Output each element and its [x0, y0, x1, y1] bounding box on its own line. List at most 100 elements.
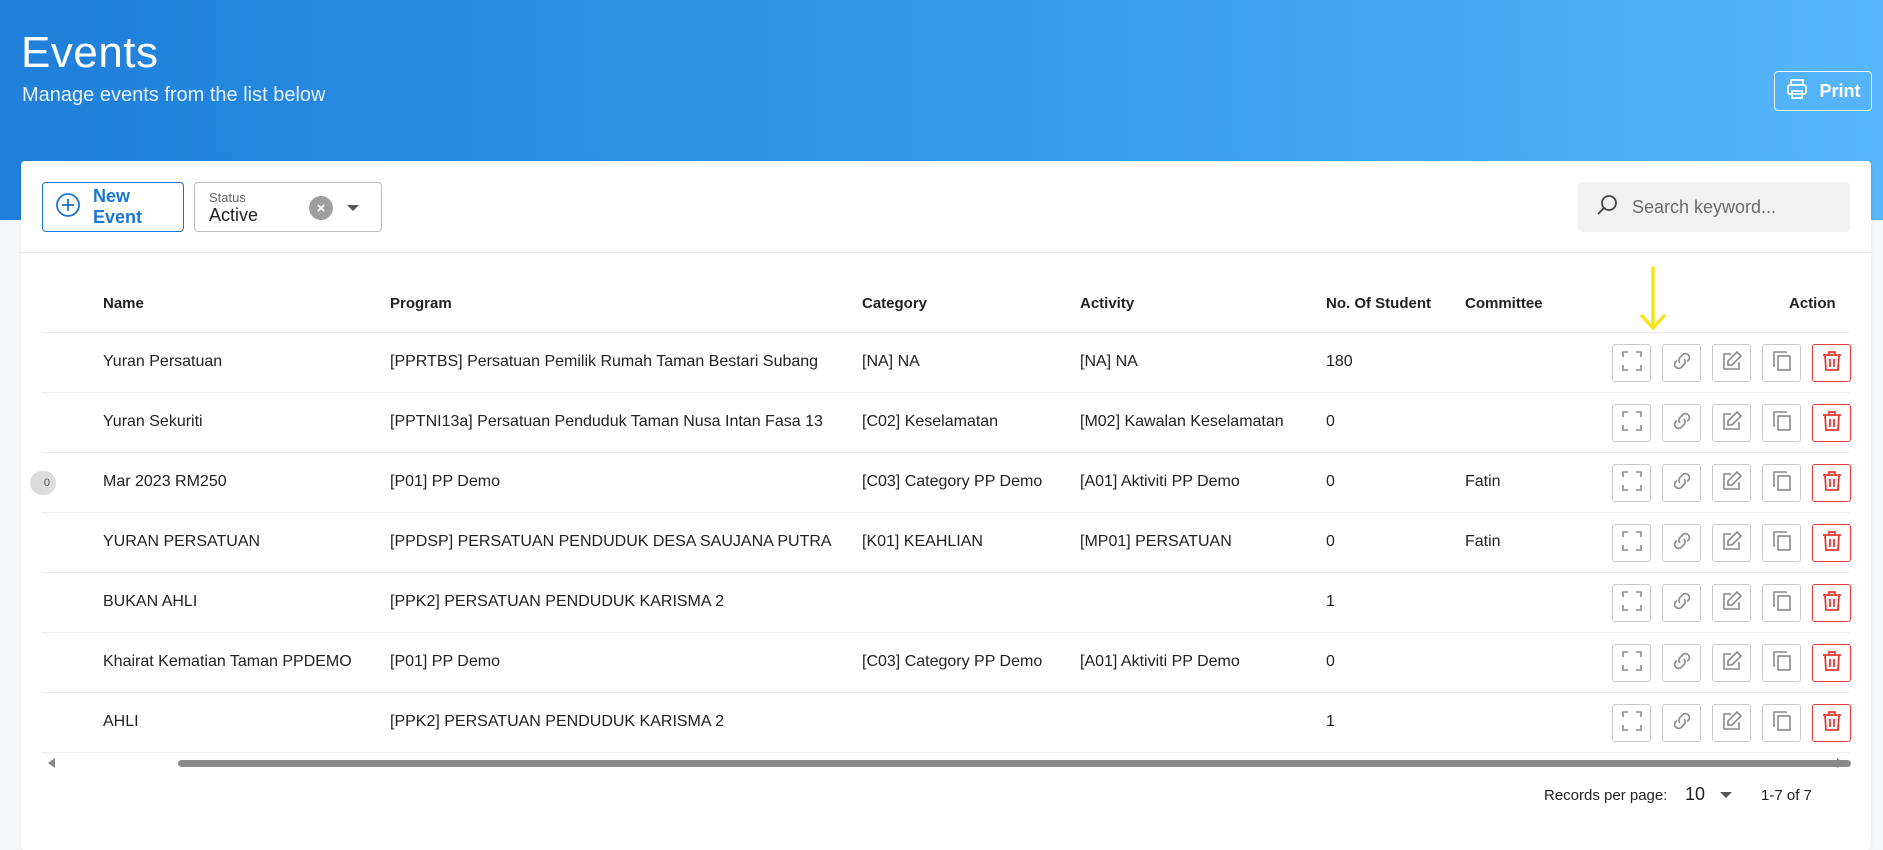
edit-icon [1720, 349, 1744, 378]
search-icon [1594, 192, 1620, 223]
duplicate-button[interactable] [1762, 704, 1801, 742]
edit-button[interactable] [1712, 584, 1751, 622]
view-button[interactable] [1612, 704, 1651, 742]
clear-icon[interactable]: × [309, 196, 333, 220]
edit-button[interactable] [1712, 404, 1751, 442]
edit-button[interactable] [1712, 524, 1751, 562]
scrollbar-thumb[interactable] [178, 760, 1851, 767]
trash-icon [1820, 349, 1844, 378]
duplicate-button[interactable] [1762, 644, 1801, 682]
table-row[interactable]: Khairat Kematian Taman PPDEMO [P01] PP De… [42, 633, 1851, 693]
cell-program: [PPRTBS] Persatuan Pemilik Rumah Taman B… [390, 353, 819, 370]
page-subtitle: Manage events from the list below [22, 84, 326, 106]
edit-button[interactable] [1712, 464, 1751, 502]
view-button[interactable] [1612, 584, 1651, 622]
cell-students: 180 [1326, 353, 1353, 370]
table-row[interactable]: YURAN PERSATUAN [PPDSP] PERSATUAN PENDUDU… [42, 513, 1851, 573]
column-header-students[interactable]: No. Of Student [1326, 295, 1431, 312]
print-button[interactable]: Print [1774, 71, 1872, 111]
new-event-button[interactable]: New Event [42, 182, 184, 232]
fullscreen-icon [1620, 409, 1644, 438]
view-button[interactable] [1612, 464, 1651, 502]
column-header-category[interactable]: Category [862, 295, 927, 312]
cell-program: [PPTNI13a] Persatuan Penduduk Taman Nusa… [390, 413, 823, 430]
table-row[interactable]: Yuran Persatuan [PPRTBS] Persatuan Pemili… [42, 333, 1851, 393]
view-button[interactable] [1612, 644, 1651, 682]
table-row[interactable]: Yuran Sekuriti [PPTNI13a] Persatuan Pendu… [42, 393, 1851, 453]
row-actions [1612, 344, 1851, 382]
delete-button[interactable] [1812, 644, 1851, 682]
link-icon [1670, 589, 1694, 618]
link-button[interactable] [1662, 584, 1701, 622]
cell-name: AHLI [103, 713, 139, 730]
edit-button[interactable] [1712, 704, 1751, 742]
view-button[interactable] [1612, 524, 1651, 562]
cell-students: 0 [1326, 413, 1335, 430]
column-header-committee[interactable]: Committee [1465, 295, 1543, 312]
edit-icon [1720, 709, 1744, 738]
delete-button[interactable] [1812, 404, 1851, 442]
link-icon [1670, 409, 1694, 438]
printer-icon [1785, 77, 1809, 106]
cell-category: [C02] Keselamatan [862, 413, 999, 430]
table-row[interactable]: 0 Mar 2023 RM250 [P01] PP Demo [C03] Catego… [30, 453, 1851, 513]
link-button[interactable] [1662, 344, 1701, 382]
edit-button[interactable] [1712, 644, 1751, 682]
records-per-page-label: Records per page: [1544, 787, 1668, 804]
page-range: 1-7 of 7 [1761, 787, 1812, 804]
duplicate-button[interactable] [1762, 524, 1801, 562]
link-button[interactable] [1662, 644, 1701, 682]
duplicate-button[interactable] [1762, 344, 1801, 382]
delete-button[interactable] [1812, 704, 1851, 742]
horizontal-scrollbar[interactable] [42, 753, 1851, 775]
delete-button[interactable] [1812, 524, 1851, 562]
delete-button[interactable] [1812, 464, 1851, 502]
fullscreen-icon [1620, 709, 1644, 738]
trash-icon [1820, 529, 1844, 558]
cell-program: [P01] PP Demo [390, 473, 500, 490]
copy-icon [1770, 529, 1794, 558]
cell-program: [PPDSP] PERSATUAN PENDUDUK DESA SAUJANA … [390, 533, 832, 550]
cell-name: Yuran Sekuriti [103, 413, 203, 430]
delete-button[interactable] [1812, 344, 1851, 382]
column-header-program[interactable]: Program [390, 295, 452, 312]
scroll-right-icon[interactable] [1837, 758, 1844, 768]
cell-name: Khairat Kematian Taman PPDEMO [103, 653, 352, 670]
view-button[interactable] [1612, 404, 1651, 442]
delete-button[interactable] [1812, 584, 1851, 622]
row-actions [1612, 524, 1851, 562]
duplicate-button[interactable] [1762, 584, 1801, 622]
status-value: Active [209, 205, 259, 225]
view-button[interactable] [1612, 344, 1651, 382]
table-row[interactable]: BUKAN AHLI [PPK2] PERSATUAN PENDUDUK KARI… [42, 573, 1851, 633]
link-button[interactable] [1662, 704, 1701, 742]
search-input[interactable] [1632, 196, 1832, 218]
records-per-page-select[interactable]: 10 [1685, 784, 1705, 805]
chevron-down-icon[interactable] [347, 205, 359, 211]
table-row[interactable]: AHLI [PPK2] PERSATUAN PENDUDUK KARISMA 2 1 [42, 693, 1851, 753]
column-header-activity[interactable]: Activity [1080, 295, 1134, 312]
fullscreen-icon [1620, 589, 1644, 618]
cell-program: [P01] PP Demo [390, 653, 500, 670]
duplicate-button[interactable] [1762, 404, 1801, 442]
link-button[interactable] [1662, 464, 1701, 502]
status-filter-select[interactable]: Status Active × [194, 182, 382, 232]
cell-category: [C03] Category PP Demo [862, 653, 1043, 670]
row-handle[interactable]: 0 [30, 471, 56, 495]
cell-activity: [A01] Aktiviti PP Demo [1080, 653, 1240, 670]
edit-icon [1720, 649, 1744, 678]
fullscreen-icon [1620, 349, 1644, 378]
events-table: Name Program Category Activity No. Of St… [30, 273, 1851, 775]
scroll-left-icon[interactable] [48, 758, 55, 768]
duplicate-button[interactable] [1762, 464, 1801, 502]
edit-button[interactable] [1712, 344, 1751, 382]
edit-icon [1720, 589, 1744, 618]
cell-students: 0 [1326, 473, 1335, 490]
pagination: Records per page: 10 1-7 of 7 [21, 777, 1871, 817]
edit-icon [1720, 469, 1744, 498]
link-button[interactable] [1662, 524, 1701, 562]
column-header-name[interactable]: Name [103, 295, 144, 312]
link-button[interactable] [1662, 404, 1701, 442]
cell-category: [NA] NA [862, 353, 920, 370]
chevron-down-icon[interactable] [1720, 792, 1732, 798]
